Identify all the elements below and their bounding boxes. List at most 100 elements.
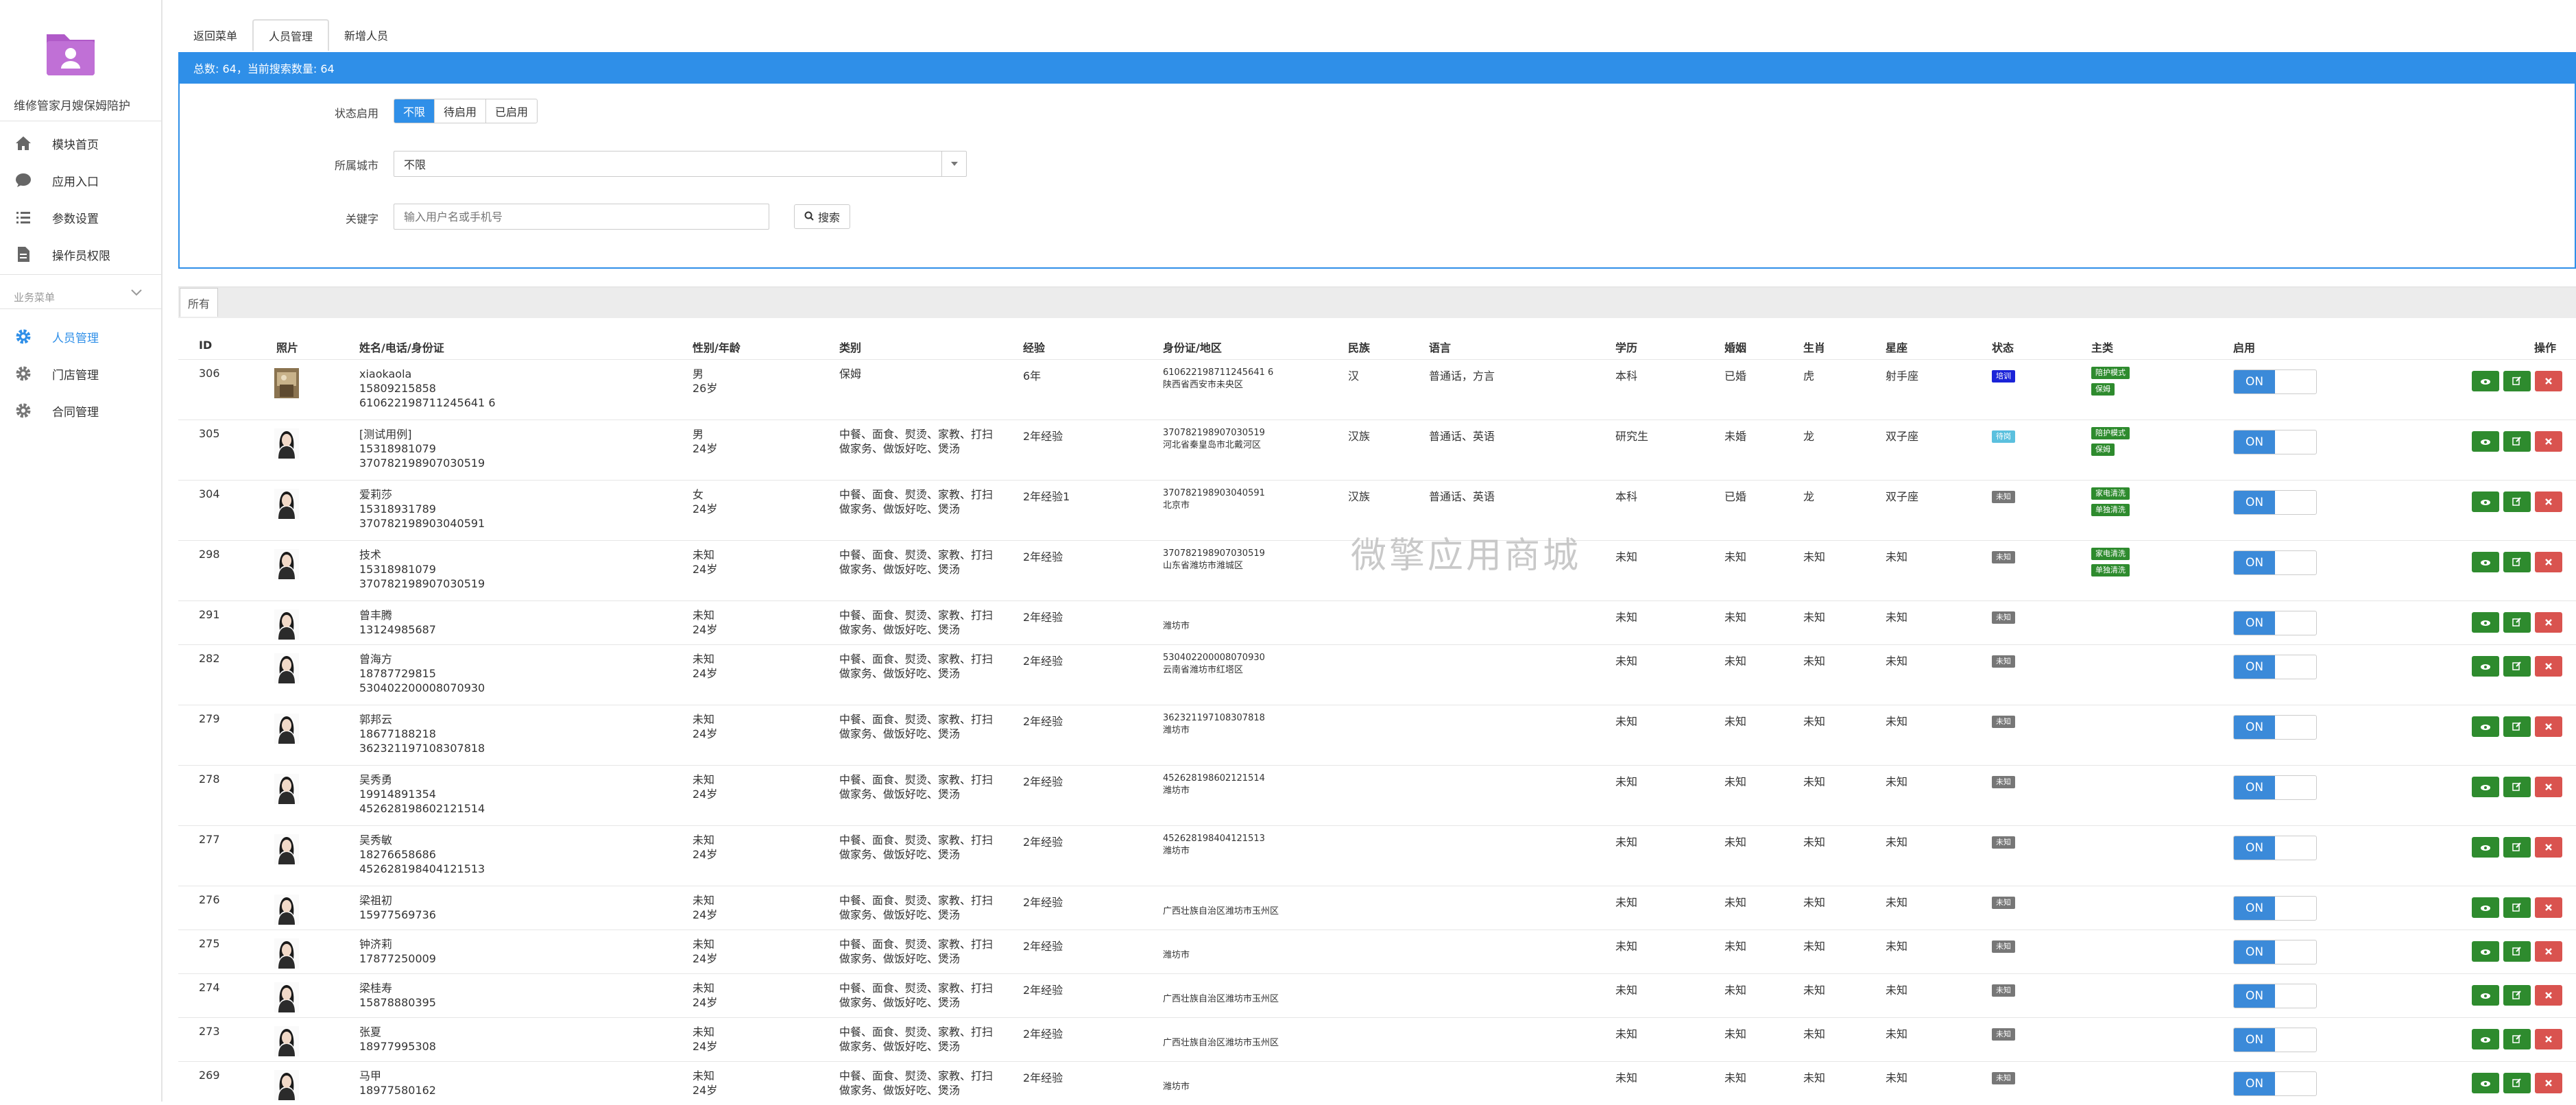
keyword-input[interactable]: [394, 204, 769, 230]
avatar: [274, 549, 299, 579]
person-name: 爱莉莎: [359, 488, 393, 501]
delete-button[interactable]: [2535, 1029, 2562, 1049]
cell-education: 未知: [1615, 1028, 1638, 1041]
cell-zodiac: 未知: [1803, 1028, 1826, 1041]
edit-button[interactable]: [2503, 985, 2531, 1006]
edit-button[interactable]: [2503, 371, 2531, 391]
delete-button[interactable]: [2535, 1073, 2562, 1093]
cell-name: 梁桂寿 15878880395: [359, 981, 436, 1010]
sidebar-item-operator-permissions[interactable]: 操作员权限: [0, 239, 162, 270]
enable-toggle[interactable]: ON: [2233, 655, 2317, 679]
category-line-2: 做家务、做饭好吃、煲汤: [839, 848, 961, 861]
delete-button[interactable]: [2535, 431, 2562, 452]
sidebar-item-personnel[interactable]: 人员管理: [0, 321, 162, 352]
view-button[interactable]: [2472, 612, 2499, 633]
status-option-any[interactable]: 不限: [394, 99, 435, 123]
edit-button[interactable]: [2503, 1029, 2531, 1049]
edit-button[interactable]: [2503, 656, 2531, 677]
enable-toggle[interactable]: ON: [2233, 430, 2317, 454]
toggle-on-label: ON: [2234, 430, 2275, 454]
cell-main-type: 家电清洗 单独清洗: [2091, 548, 2130, 581]
sidebar-item-contracts[interactable]: 合同管理: [0, 395, 162, 426]
view-button[interactable]: [2472, 1029, 2499, 1049]
enable-toggle[interactable]: ON: [2233, 1028, 2317, 1052]
enable-toggle[interactable]: ON: [2233, 369, 2317, 394]
view-button[interactable]: [2472, 985, 2499, 1006]
sidebar-item-param-settings[interactable]: 参数设置: [0, 202, 162, 233]
person-sex: 未知: [693, 1025, 715, 1039]
chevron-down-icon[interactable]: [130, 287, 143, 300]
enable-toggle[interactable]: ON: [2233, 715, 2317, 740]
cell-zodiac: 龙: [1803, 430, 1815, 443]
tab-add-person[interactable]: 新增人员: [329, 19, 403, 51]
cell-name: 技术 15318981079 370782198907030519: [359, 548, 485, 591]
view-button[interactable]: [2472, 716, 2499, 737]
status-badge: 未知: [1992, 716, 2015, 728]
avatar: [274, 368, 299, 398]
enable-toggle[interactable]: ON: [2233, 1071, 2317, 1096]
enable-toggle[interactable]: ON: [2233, 550, 2317, 575]
tab-personnel[interactable]: 人员管理: [252, 19, 330, 51]
edit-button[interactable]: [2503, 941, 2531, 962]
delete-button[interactable]: [2535, 777, 2562, 797]
cell-id: 306: [199, 367, 220, 380]
person-idcard: 530402200008070930: [359, 681, 485, 694]
enable-toggle[interactable]: ON: [2233, 775, 2317, 800]
status-option-pending[interactable]: 待启用: [435, 99, 487, 123]
cell-education: 本科: [1615, 369, 1638, 382]
row-actions: [2472, 837, 2562, 858]
view-button[interactable]: [2472, 837, 2499, 858]
edit-button[interactable]: [2503, 552, 2531, 572]
edit-button[interactable]: [2503, 897, 2531, 918]
cell-category: 中餐、面食、熨烫、家教、打扫 做家务、做饭好吃、煲汤: [839, 833, 993, 862]
enable-toggle[interactable]: ON: [2233, 940, 2317, 964]
close-icon: [2544, 435, 2553, 448]
delete-button[interactable]: [2535, 985, 2562, 1006]
delete-button[interactable]: [2535, 656, 2562, 677]
enable-toggle[interactable]: ON: [2233, 611, 2317, 635]
enable-toggle[interactable]: ON: [2233, 896, 2317, 921]
edit-button[interactable]: [2503, 612, 2531, 633]
view-button[interactable]: [2472, 552, 2499, 572]
edit-button[interactable]: [2503, 777, 2531, 797]
person-age: 24岁: [693, 996, 718, 1009]
view-button[interactable]: [2472, 1073, 2499, 1093]
view-button[interactable]: [2472, 491, 2499, 512]
tab-all[interactable]: 所有: [180, 288, 218, 317]
view-button[interactable]: [2472, 431, 2499, 452]
edit-icon: [2512, 841, 2522, 854]
view-button[interactable]: [2472, 371, 2499, 391]
delete-button[interactable]: [2535, 897, 2562, 918]
edit-button[interactable]: [2503, 491, 2531, 512]
view-button[interactable]: [2472, 656, 2499, 677]
view-button[interactable]: [2472, 777, 2499, 797]
city-select[interactable]: 不限: [394, 151, 967, 177]
delete-button[interactable]: [2535, 941, 2562, 962]
edit-button[interactable]: [2503, 837, 2531, 858]
sidebar-item-module-home[interactable]: 模块首页: [0, 127, 162, 159]
delete-button[interactable]: [2535, 491, 2562, 512]
sidebar-item-app-entry[interactable]: 应用入口: [0, 165, 162, 196]
enable-toggle[interactable]: ON: [2233, 836, 2317, 860]
view-button[interactable]: [2472, 941, 2499, 962]
delete-button[interactable]: [2535, 612, 2562, 633]
delete-button[interactable]: [2535, 552, 2562, 572]
delete-button[interactable]: [2535, 716, 2562, 737]
edit-button[interactable]: [2503, 716, 2531, 737]
view-button[interactable]: [2472, 897, 2499, 918]
person-name: 技术: [359, 548, 382, 561]
tab-back-to-menu[interactable]: 返回菜单: [178, 19, 252, 51]
person-sex: 未知: [693, 834, 715, 847]
enable-toggle[interactable]: ON: [2233, 490, 2317, 515]
toggle-on-label: ON: [2234, 940, 2275, 964]
edit-button[interactable]: [2503, 431, 2531, 452]
search-button[interactable]: 搜索: [794, 204, 850, 229]
edit-button[interactable]: [2503, 1073, 2531, 1093]
delete-button[interactable]: [2535, 371, 2562, 391]
status-option-enabled[interactable]: 已启用: [486, 99, 537, 123]
enable-toggle[interactable]: ON: [2233, 984, 2317, 1008]
sidebar-item-stores[interactable]: 门店管理: [0, 358, 162, 389]
cell-id-region: 452628198404121513 潍坊市: [1163, 833, 1265, 858]
cell-education: 未知: [1615, 550, 1638, 563]
delete-button[interactable]: [2535, 837, 2562, 858]
